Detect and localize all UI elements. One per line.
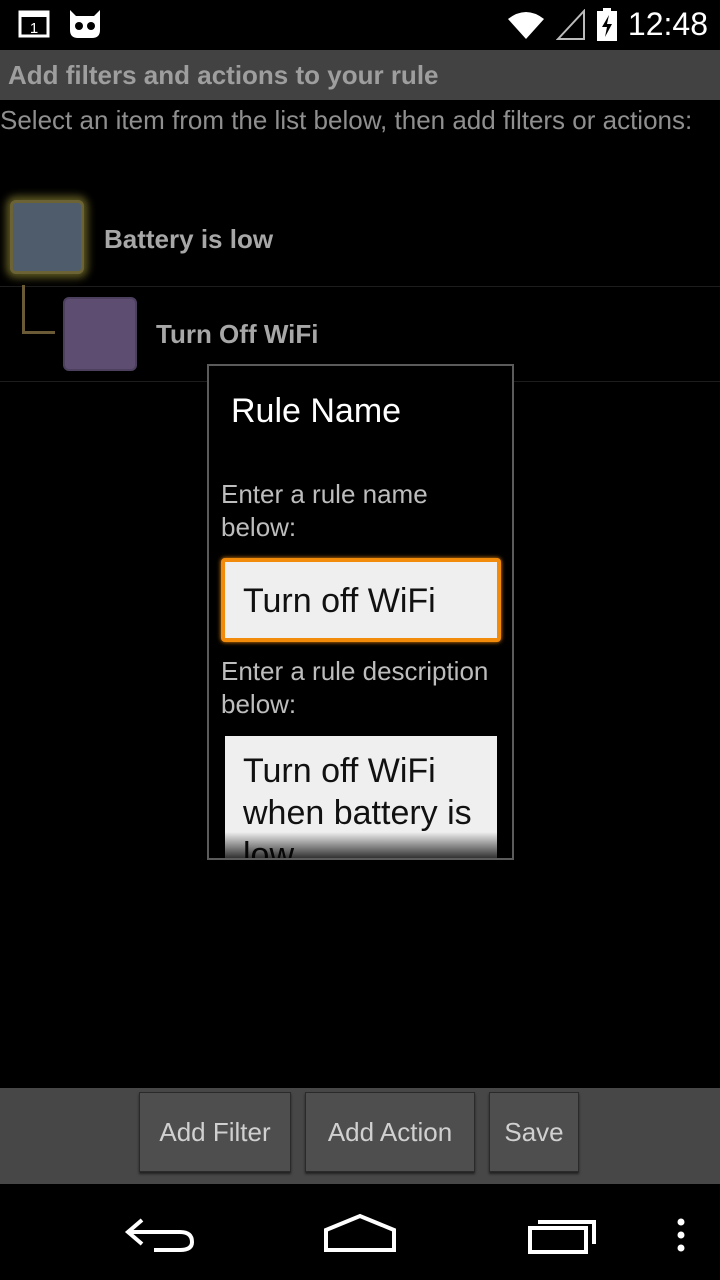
status-bar: 1 12:48 — [0, 0, 720, 50]
signal-icon — [555, 8, 586, 41]
action-label: Turn Off WiFi — [156, 319, 319, 349]
list-item-filter[interactable]: Battery is low — [0, 192, 720, 287]
page-title: Add filters and actions to your rule — [8, 60, 439, 90]
wifi-icon — [506, 9, 546, 41]
save-button[interactable]: Save — [489, 1092, 579, 1172]
button-bar: Add Filter Add Action Save — [0, 1088, 720, 1184]
rule-name-input[interactable]: Turn off WiFi — [221, 558, 501, 642]
dialog-title: Rule Name — [231, 392, 402, 430]
cyanogen-icon — [66, 6, 104, 40]
add-action-button[interactable]: Add Action — [305, 1092, 475, 1172]
home-icon[interactable] — [322, 1212, 398, 1259]
menu-icon[interactable] — [674, 1216, 688, 1261]
recents-icon[interactable] — [526, 1214, 598, 1261]
back-icon[interactable] — [124, 1214, 196, 1259]
tree-connector — [22, 285, 55, 334]
action-color-swatch — [63, 297, 137, 371]
battery-charging-icon — [596, 7, 618, 42]
filter-label: Battery is low — [104, 224, 274, 254]
rule-description-prompt: Enter a rule description below: — [221, 656, 489, 719]
calendar-notification-icon: 1 — [18, 8, 52, 38]
rule-name-dialog: Rule Name Enter a rule name below: Turn … — [207, 364, 514, 860]
title-bar: Add filters and actions to your rule — [0, 50, 720, 100]
navigation-bar — [0, 1184, 720, 1280]
filter-color-swatch — [10, 200, 84, 274]
scroll-fade — [225, 832, 497, 858]
notification-badge: 1 — [30, 20, 38, 37]
rule-name-prompt: Enter a rule name below: — [221, 479, 428, 542]
instructions-text: Select an item from the list below, then… — [0, 105, 693, 135]
add-filter-button[interactable]: Add Filter — [139, 1092, 291, 1172]
status-clock: 12:48 — [627, 6, 708, 42]
